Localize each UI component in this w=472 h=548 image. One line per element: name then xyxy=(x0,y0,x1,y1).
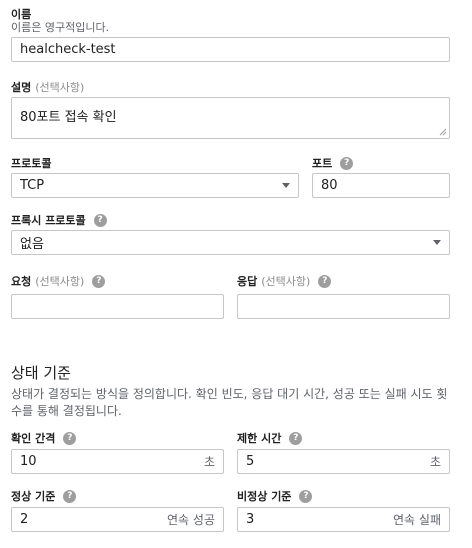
request-label: 요청 (선택사항) ? xyxy=(11,273,106,289)
check-interval-value: 10 xyxy=(20,454,37,469)
help-icon[interactable]: ? xyxy=(289,431,303,445)
port-input[interactable]: 80 xyxy=(312,173,450,198)
response-input[interactable] xyxy=(237,294,450,319)
check-interval-input[interactable]: 10 초 xyxy=(11,449,224,474)
timeout-input[interactable]: 5 초 xyxy=(237,449,450,474)
help-icon[interactable]: ? xyxy=(63,431,77,445)
health-criteria-description: 상태가 결정되는 방식을 정의합니다. 확인 빈도, 응답 대기 시간, 성공 … xyxy=(11,387,448,418)
name-input-value: healcheck-test xyxy=(20,42,116,57)
description-textarea[interactable]: 80포트 접속 확인 xyxy=(11,97,450,139)
help-icon[interactable]: ? xyxy=(63,489,77,503)
timeout-suffix: 초 xyxy=(429,455,441,469)
description-label: 설명 (선택사항) xyxy=(11,81,85,94)
resize-handle-icon[interactable] xyxy=(439,128,447,136)
dropdown-caret-icon xyxy=(433,240,441,245)
unhealthy-threshold-input[interactable]: 3 연속 실패 xyxy=(237,507,450,532)
check-interval-suffix: 초 xyxy=(203,455,215,469)
unhealthy-threshold-value: 3 xyxy=(246,512,255,527)
port-label: 포트 ? xyxy=(312,155,354,171)
description-textarea-value: 80포트 접속 확인 xyxy=(20,110,117,125)
request-optional: (선택사항) xyxy=(35,275,85,288)
timeout-value: 5 xyxy=(246,454,255,469)
protocol-label: 프로토콜 xyxy=(11,157,52,170)
protocol-select[interactable]: TCP xyxy=(11,173,299,198)
response-label: 응답 (선택사항) ? xyxy=(237,273,332,289)
proxy-protocol-label: 프록시 프로토콜 ? xyxy=(11,212,107,228)
name-hint: 이름은 영구적입니다. xyxy=(11,21,110,34)
timeout-label: 제한 시간 ? xyxy=(237,430,303,446)
protocol-select-value: TCP xyxy=(20,178,45,193)
help-icon[interactable]: ? xyxy=(299,489,313,503)
help-icon[interactable]: ? xyxy=(93,213,107,227)
response-optional: (선택사항) xyxy=(261,275,311,288)
request-input[interactable] xyxy=(11,294,224,319)
dropdown-caret-icon xyxy=(282,183,290,188)
healthy-threshold-label: 정상 기준 ? xyxy=(11,488,77,504)
help-icon[interactable]: ? xyxy=(340,156,354,170)
health-criteria-title: 상태 기준 xyxy=(11,364,71,382)
proxy-protocol-select-value: 없음 xyxy=(20,237,44,252)
port-input-value: 80 xyxy=(321,178,338,193)
healthy-threshold-suffix: 연속 성공 xyxy=(167,513,215,527)
help-icon[interactable]: ? xyxy=(92,274,106,288)
description-optional: (선택사항) xyxy=(35,81,85,94)
name-input[interactable]: healcheck-test xyxy=(11,37,450,62)
check-interval-label: 확인 간격 ? xyxy=(11,430,77,446)
help-icon[interactable]: ? xyxy=(318,274,332,288)
healthy-threshold-value: 2 xyxy=(20,512,29,527)
unhealthy-threshold-label: 비정상 기준 ? xyxy=(237,488,313,504)
unhealthy-threshold-suffix: 연속 실패 xyxy=(393,513,441,527)
healthy-threshold-input[interactable]: 2 연속 성공 xyxy=(11,507,224,532)
proxy-protocol-select[interactable]: 없음 xyxy=(11,230,450,255)
